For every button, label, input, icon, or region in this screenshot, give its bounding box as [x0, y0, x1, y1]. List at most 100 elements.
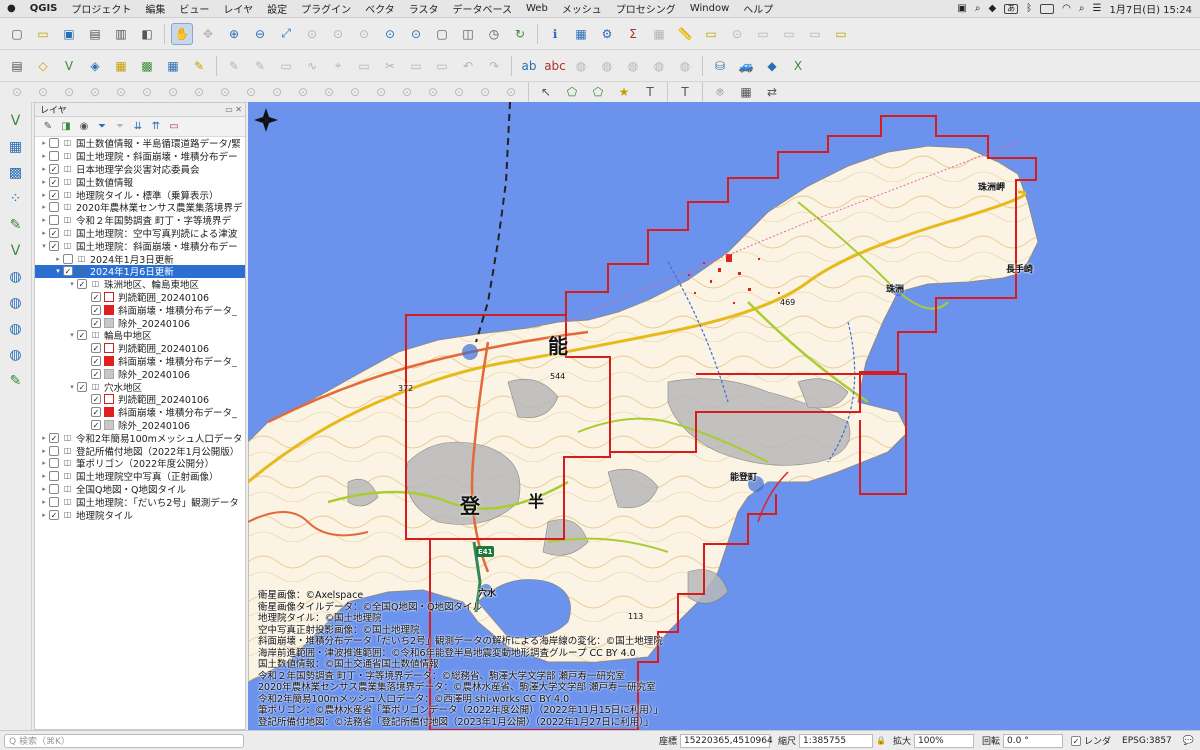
- layer-tree-item[interactable]: ▸ ◫ 国土地理院：「だいち2号」観測データ: [35, 495, 245, 508]
- menu-vector[interactable]: ベクタ: [358, 1, 402, 16]
- advanced-digitize-15-icon[interactable]: ⊙: [370, 81, 392, 103]
- layer-visibility-checkbox[interactable]: ✓: [49, 227, 59, 238]
- layer-visibility-checkbox[interactable]: ✓: [91, 304, 101, 315]
- layer-visibility-checkbox[interactable]: ✓: [91, 343, 101, 354]
- collapse-arrow-icon[interactable]: ▾: [67, 331, 77, 339]
- zoom-full-icon[interactable]: ⤢: [275, 23, 297, 45]
- rotation-field[interactable]: 0.0 °: [1003, 733, 1064, 748]
- new-gpkg-layer-icon[interactable]: ◇: [32, 55, 54, 77]
- undo-icon[interactable]: ↶: [457, 55, 479, 77]
- measure-icon[interactable]: 📏: [674, 23, 696, 45]
- pin-labels-icon[interactable]: ◍: [570, 55, 592, 77]
- advanced-digitize-14-icon[interactable]: ⊙: [344, 81, 366, 103]
- layer-visibility-checkbox[interactable]: [49, 496, 59, 507]
- layer-visibility-checkbox[interactable]: ✓: [91, 394, 101, 405]
- collapse-all-icon[interactable]: ⇈: [148, 119, 164, 135]
- menu-raster[interactable]: ラスタ: [402, 1, 446, 16]
- layer-tree-item[interactable]: ▸ ◫ 登記所備付地図（2022年1月公開版）: [35, 444, 245, 457]
- layer-visibility-checkbox[interactable]: ✓: [77, 381, 87, 392]
- temporal-controller-icon[interactable]: ◷: [483, 23, 505, 45]
- layer-tree-item[interactable]: ▸ ◫ 全国Q地図・Q地図タイル: [35, 483, 245, 495]
- battery-icon[interactable]: [1040, 3, 1055, 14]
- advanced-digitize-8-icon[interactable]: ⊙: [188, 81, 210, 103]
- layer-visibility-checkbox[interactable]: ✓: [91, 368, 101, 379]
- refresh-icon[interactable]: ↻: [509, 23, 531, 45]
- layer-visibility-checkbox[interactable]: ✓: [77, 279, 87, 290]
- zoom-out-icon[interactable]: ⊖: [249, 23, 271, 45]
- qr-tool-icon[interactable]: ▦: [735, 81, 757, 103]
- render-checkbox[interactable]: ✓: [1071, 735, 1082, 746]
- menu-view[interactable]: ビュー: [172, 1, 216, 16]
- menu-mesh[interactable]: メッシュ: [555, 1, 609, 16]
- select-polygon-icon[interactable]: ⬠: [561, 81, 583, 103]
- xml-plugin-icon[interactable]: X: [787, 55, 809, 77]
- select-freehand-icon[interactable]: ⬠: [587, 81, 609, 103]
- layer-visibility-checkbox[interactable]: [49, 458, 59, 469]
- location-pin-icon[interactable]: ⌾: [709, 81, 731, 103]
- layer-symbol-row[interactable]: ✓ 斜面崩壊・堆積分布データ_: [35, 406, 245, 419]
- advanced-digitize-17-icon[interactable]: ⊙: [422, 81, 444, 103]
- control-center-icon[interactable]: ☰: [1093, 3, 1102, 14]
- menu-help[interactable]: ヘルプ: [736, 1, 780, 16]
- add-wms-icon[interactable]: ◍: [5, 292, 27, 314]
- add-arcgis-icon[interactable]: ✎: [5, 370, 27, 392]
- add-group-icon[interactable]: ◨: [58, 119, 74, 135]
- python-icon[interactable]: ◆: [761, 55, 783, 77]
- clock[interactable]: 1月7日(日) 15:24: [1109, 1, 1192, 16]
- layer-visibility-checkbox[interactable]: ✓: [49, 189, 59, 200]
- attribute-table-icon[interactable]: ▦: [570, 23, 592, 45]
- text-tool-icon[interactable]: T: [639, 81, 661, 103]
- collapse-arrow-icon[interactable]: ▾: [39, 242, 49, 250]
- advanced-digitize-19-icon[interactable]: ⊙: [474, 81, 496, 103]
- layer-visibility-checkbox[interactable]: ✓: [49, 240, 59, 251]
- layer-tree-item[interactable]: ▾ ✓ ◫ 2024年1月6日更新: [35, 264, 245, 278]
- expand-arrow-icon[interactable]: ▸: [39, 216, 49, 224]
- star-annotation-icon[interactable]: ★: [613, 81, 635, 103]
- label-toolbar-icon[interactable]: abc: [544, 55, 566, 77]
- scale-field[interactable]: 1:385755: [798, 733, 873, 748]
- menu-project[interactable]: プロジェクト: [64, 1, 138, 16]
- add-spatialite-icon[interactable]: V: [5, 240, 27, 262]
- advanced-digitize-12-icon[interactable]: ⊙: [292, 81, 314, 103]
- layer-symbol-row[interactable]: ✓ 除外_20240106: [35, 367, 245, 380]
- messages-icon[interactable]: 💬: [1183, 736, 1194, 746]
- menu-database[interactable]: データベース: [446, 1, 520, 16]
- advanced-digitize-16-icon[interactable]: ⊙: [396, 81, 418, 103]
- advanced-digitize-7-icon[interactable]: ⊙: [162, 81, 184, 103]
- layer-symbol-row[interactable]: ✓ 判読範囲_20240106: [35, 342, 245, 355]
- layer-visibility-checkbox[interactable]: ✓: [49, 163, 59, 174]
- layer-tree-item[interactable]: ▸ ◫ 筆ポリゴン（2022年度公開分）: [35, 457, 245, 470]
- layer-tree-item[interactable]: ▸ ◫ 令和２年国勢調査 町丁・字等境界デ: [35, 214, 245, 227]
- cut-features-icon[interactable]: ✂: [379, 55, 401, 77]
- zoom-to-layer-icon[interactable]: ⊙: [327, 23, 349, 45]
- advanced-digitize-13-icon[interactable]: ⊙: [318, 81, 340, 103]
- add-postgis-icon[interactable]: ◍: [5, 266, 27, 288]
- expand-arrow-icon[interactable]: ▸: [39, 203, 49, 211]
- crs-button[interactable]: EPSG:3857: [1122, 736, 1172, 746]
- map-canvas[interactable]: 能 登 半 珠洲岬 長手崎 珠洲 能登町 穴水 469 544 372 113 …: [248, 102, 1200, 730]
- layer-symbol-row[interactable]: ✓ 除外_20240106: [35, 419, 245, 431]
- advanced-digitize-20-icon[interactable]: ⊙: [500, 81, 522, 103]
- zoom-to-selection-icon[interactable]: ⊙: [301, 23, 323, 45]
- ime-indicator[interactable]: あ: [1004, 3, 1019, 14]
- zoom-native-icon[interactable]: ⊙: [353, 23, 375, 45]
- settings-gear-icon[interactable]: ⚙: [596, 23, 618, 45]
- expand-arrow-icon[interactable]: ▸: [39, 485, 49, 493]
- style-panel-icon[interactable]: ✎: [40, 119, 56, 135]
- redo-icon[interactable]: ↷: [483, 55, 505, 77]
- advanced-digitize-3-icon[interactable]: ⊙: [58, 81, 80, 103]
- add-mesh-layer-icon[interactable]: ▩: [5, 162, 27, 184]
- menu-processing[interactable]: プロセシング: [609, 1, 683, 16]
- layer-visibility-checkbox[interactable]: [63, 253, 73, 264]
- layer-visibility-checkbox[interactable]: ✓: [91, 419, 101, 430]
- expand-arrow-icon[interactable]: ▸: [39, 191, 49, 199]
- plugin-car-icon[interactable]: 🚙: [735, 55, 757, 77]
- zoom-last-icon[interactable]: ⊙: [379, 23, 401, 45]
- advanced-digitize-18-icon[interactable]: ⊙: [448, 81, 470, 103]
- calculator-icon[interactable]: ▦: [648, 23, 670, 45]
- bluetooth-icon[interactable]: ᛒ: [1026, 3, 1032, 14]
- pan-to-selection-icon[interactable]: ✥: [197, 23, 219, 45]
- layer-tree-item[interactable]: ▾ ✓ ◫ 穴水地区: [35, 380, 245, 393]
- identify-icon[interactable]: ℹ: [544, 23, 566, 45]
- filter-legend-icon[interactable]: ⏷: [94, 119, 110, 135]
